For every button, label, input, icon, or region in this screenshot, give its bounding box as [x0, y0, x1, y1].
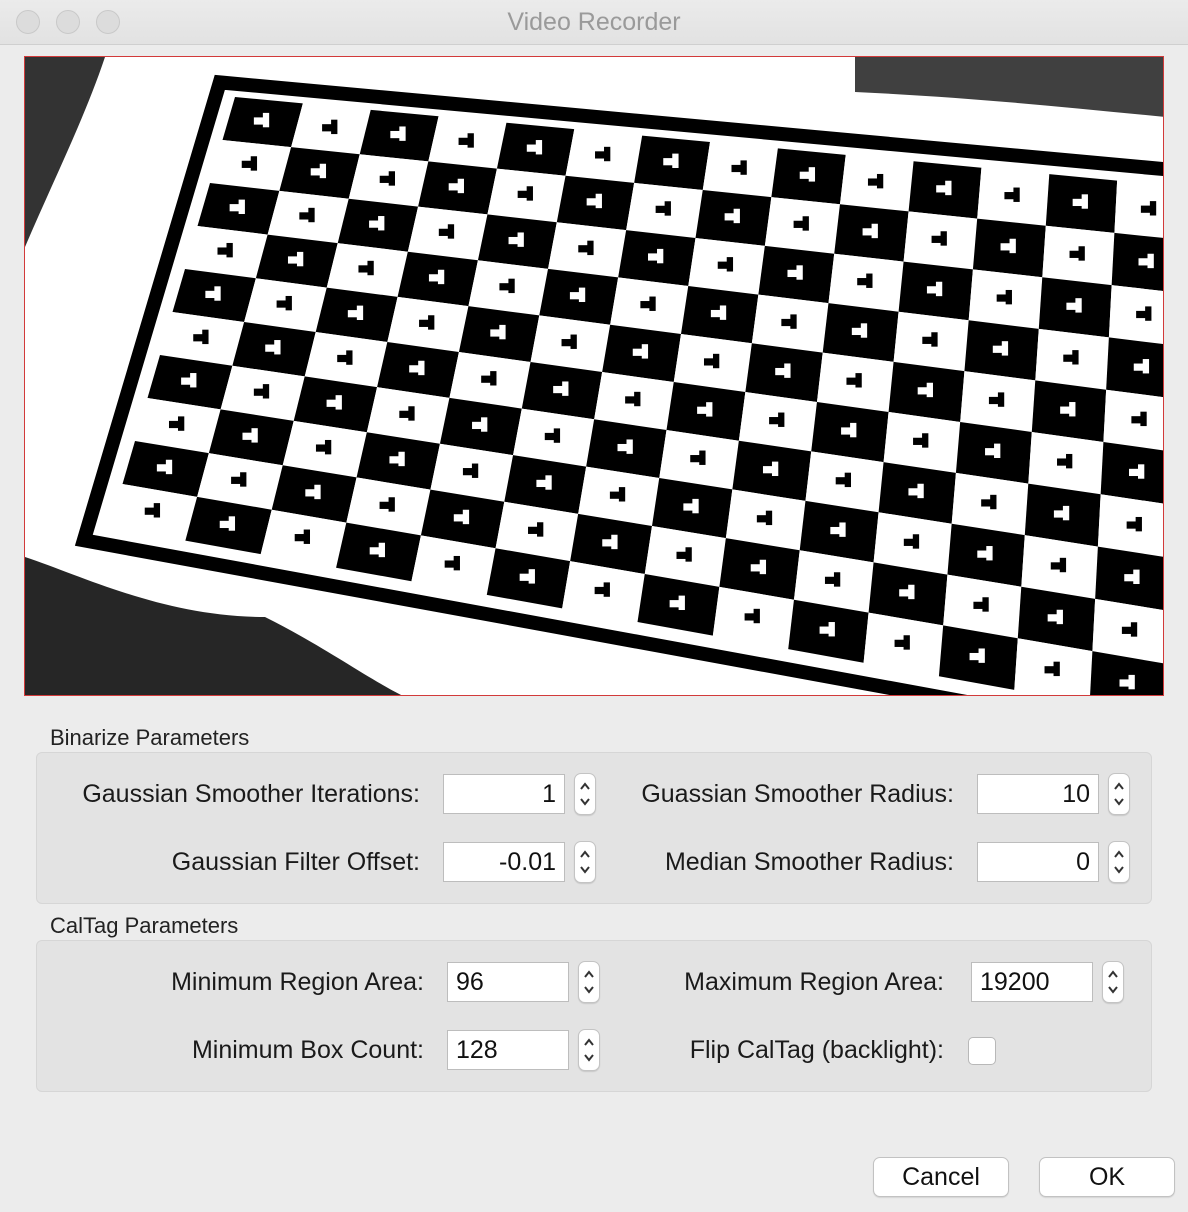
- stepper-arrows-icon: [1108, 970, 1118, 994]
- gaussian-iterations-label: Gaussian Smoother Iterations:: [82, 780, 420, 808]
- ok-button[interactable]: OK: [1039, 1157, 1175, 1197]
- flip-caltag-label: Flip CalTag (backlight):: [689, 1036, 944, 1064]
- max-region-area-stepper[interactable]: [1102, 961, 1124, 1003]
- gaussian-radius-label: Guassian Smoother Radius:: [641, 780, 954, 808]
- min-region-area-stepper[interactable]: [578, 961, 600, 1003]
- gaussian-iterations-input[interactable]: 1: [443, 774, 565, 814]
- min-box-count-input[interactable]: 128: [447, 1030, 569, 1070]
- title-bar: Video Recorder: [0, 0, 1188, 45]
- min-region-area-input[interactable]: 96: [447, 962, 569, 1002]
- max-region-area-input[interactable]: 19200: [971, 962, 1093, 1002]
- caltag-group-label: CalTag Parameters: [50, 913, 239, 938]
- stepper-arrows-icon: [580, 850, 590, 874]
- gaussian-radius-stepper[interactable]: [1108, 773, 1130, 815]
- median-radius-label: Median Smoother Radius:: [664, 848, 954, 876]
- gaussian-offset-label: Gaussian Filter Offset:: [171, 848, 420, 876]
- min-box-count-stepper[interactable]: [578, 1029, 600, 1071]
- gaussian-offset-input[interactable]: -0.01: [443, 842, 565, 882]
- stepper-arrows-icon: [584, 1038, 594, 1062]
- gaussian-radius-input[interactable]: 10: [977, 774, 1099, 814]
- stepper-arrows-icon: [580, 782, 590, 806]
- min-box-count-label: Minimum Box Count:: [191, 1036, 424, 1064]
- cancel-button[interactable]: Cancel: [873, 1157, 1009, 1197]
- median-radius-input[interactable]: 0: [977, 842, 1099, 882]
- stepper-arrows-icon: [1114, 782, 1124, 806]
- stepper-arrows-icon: [1114, 850, 1124, 874]
- binarize-group-label: Binarize Parameters: [50, 725, 250, 750]
- median-radius-stepper[interactable]: [1108, 841, 1130, 883]
- min-region-area-label: Minimum Region Area:: [171, 968, 424, 996]
- binarized-preview-image: [24, 56, 1164, 696]
- window-title: Video Recorder: [507, 8, 681, 36]
- gaussian-iterations-stepper[interactable]: [574, 773, 596, 815]
- gaussian-offset-stepper[interactable]: [574, 841, 596, 883]
- flip-caltag-checkbox[interactable]: [968, 1037, 996, 1065]
- stepper-arrows-icon: [584, 970, 594, 994]
- max-region-area-label: Maximum Region Area:: [684, 968, 944, 996]
- checkerboard-pattern-graphic: [25, 57, 1163, 695]
